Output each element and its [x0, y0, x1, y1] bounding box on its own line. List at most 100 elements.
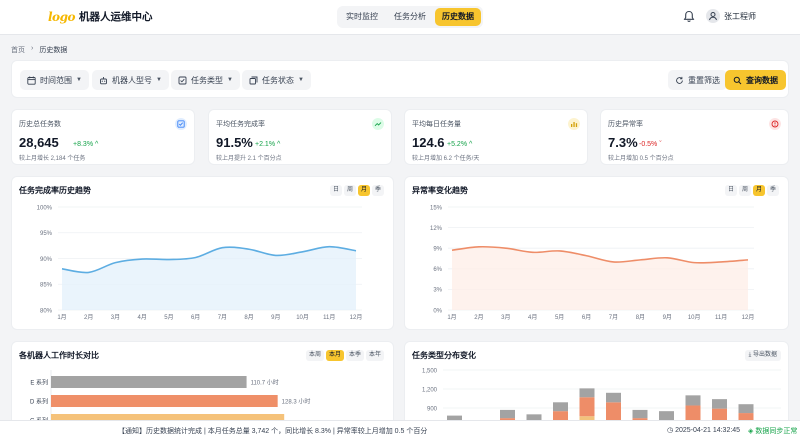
refresh-icon — [676, 76, 683, 84]
task-type-dropdown[interactable]: 任务类型 ▼ — [171, 70, 240, 90]
bar — [51, 376, 247, 388]
reset-filter-button[interactable]: 重置筛选 — [668, 70, 727, 90]
y-tick-label: 100% — [37, 205, 53, 211]
y-tick-label: 900 — [427, 406, 438, 412]
stat-title: 平均任务完成率 — [216, 121, 265, 128]
area-fill — [452, 246, 748, 310]
stat-card-daily-tasks: 平均每日任务量 124.6 +5.2% ^ 较上月增加 6.2 个任务/天 — [404, 109, 588, 165]
stacked-segment — [685, 395, 701, 406]
stat-delta: +8.3% ^ — [73, 141, 99, 148]
arrow-down-icon: ˇ — [659, 141, 662, 148]
calendar-icon — [27, 76, 36, 85]
x-tick-label: 1月 — [447, 314, 456, 321]
stacked-segment — [632, 409, 648, 419]
breadcrumb: 首页 › 历史数据 — [11, 45, 67, 55]
trend-up-icon — [372, 118, 384, 130]
breadcrumb-current: 历史数据 — [39, 47, 68, 54]
stacked-segment — [500, 409, 515, 419]
arrow-up-icon: ^ — [469, 141, 473, 148]
anomaly-trend-panel: 异常率变化趋势 日 周 月 季 0% 3% 6% 9% 12% 15% 1月 2月 3月 4月 5月… — [404, 176, 789, 330]
y-tick-label: 0% — [433, 308, 442, 314]
user-icon — [709, 12, 717, 21]
stat-sub: 较上月增加 6.2 个任务/天 — [412, 156, 480, 162]
y-tick-label: 15% — [430, 205, 443, 211]
stat-sub: 较上月增长 2,184 个任务 — [19, 156, 86, 162]
x-tick-label: 10月 — [296, 314, 309, 321]
user-menu[interactable]: 张工程师 — [706, 9, 756, 23]
arrow-up-icon: ^ — [95, 141, 99, 148]
reset-filter-label: 重置筛选 — [688, 75, 720, 85]
nav-realtime[interactable]: 实时监控 — [339, 8, 385, 26]
x-tick-label: 10月 — [688, 314, 701, 321]
time-range-label: 时间范围 — [40, 75, 72, 85]
bell-icon[interactable] — [681, 9, 697, 25]
notice-text: 【通知】历史数据统计完成 | 本月任务总量 3,742 个，同比增长 8.3% … — [118, 428, 428, 435]
app-logo[interactable]: logo 机器人运维中心 — [48, 9, 152, 24]
alert-icon — [769, 118, 781, 130]
x-tick-label: 4月 — [528, 314, 537, 321]
stat-card-anomaly-rate: 历史异常率 7.3% -0.5% ˇ 较上月增加 0.5 个百分点 — [600, 109, 789, 165]
time-range-dropdown[interactable]: 时间范围 ▼ — [20, 70, 89, 90]
x-tick-label: 12月 — [350, 314, 363, 321]
y-tick-label: 9% — [433, 247, 442, 253]
nav-history[interactable]: 历史数据 — [435, 8, 481, 26]
robot-model-dropdown[interactable]: 机器人型号 ▼ — [92, 70, 169, 90]
area-fill — [62, 246, 356, 310]
x-tick-label: 7月 — [609, 314, 618, 321]
x-tick-label: 3月 — [111, 314, 120, 321]
worktime-panel: 各机器人工作时长对比 本周 本月 本季 本年 E 系列 110.7 小时 D 系列 1… — [11, 341, 394, 431]
y-tick-label: 90% — [40, 257, 53, 263]
stacked-segment — [738, 404, 754, 414]
x-tick-label: 1月 — [57, 314, 66, 321]
chevron-right-icon: › — [31, 45, 34, 52]
nav-task-analysis[interactable]: 任务分析 — [387, 8, 433, 26]
stat-value: 7.3% — [608, 135, 638, 150]
y-tick-label: 12% — [430, 226, 443, 232]
robot-icon — [100, 76, 107, 84]
top-bar: logo 机器人运维中心 实时监控 任务分析 历史数据 张工程师 — [0, 0, 800, 35]
x-tick-label: 2月 — [84, 314, 93, 321]
sync-status: ◈ 数据同步正常 — [748, 428, 798, 435]
logo-mark: logo — [48, 9, 75, 24]
x-tick-label: 11月 — [323, 314, 335, 321]
y-tick-label: 85% — [40, 283, 53, 289]
y-tick-label: 95% — [40, 231, 53, 237]
filter-bar: 时间范围 ▼ 机器人型号 ▼ 任务类型 ▼ 任务状态 ▼ 重置筛选 查询数据 — [11, 60, 789, 98]
value-label: 110.7 小时 — [251, 378, 279, 386]
bar-chart-icon — [568, 118, 580, 130]
completion-trend-panel: 任务完成率历史趋势 日 周 月 季 80% 85% 90% 95% 100% 1月 2月 3月… — [11, 176, 394, 330]
layers-icon — [249, 76, 258, 84]
chevron-down-icon: ▼ — [298, 77, 304, 83]
user-name: 张工程师 — [724, 11, 756, 21]
x-tick-label: 3月 — [501, 314, 510, 321]
category-label: D 系列 — [30, 397, 48, 405]
completion-line-chart: 80% 85% 90% 95% 100% 1月 2月 3月 4月 5月 6月 7月 8月 9月 10月 11月… — [37, 205, 363, 321]
y-tick-label: 6% — [433, 267, 442, 273]
chevron-down-icon: ▼ — [227, 77, 233, 83]
value-label: 128.3 小时 — [282, 397, 311, 405]
y-tick-label: 3% — [433, 288, 442, 294]
stat-card-total-tasks: 历史总任务数 28,645 +8.3% ^ 较上月增长 2,184 个任务 — [11, 109, 195, 165]
stacked-segment — [579, 397, 595, 417]
shield-check-icon: ◈ — [748, 428, 754, 435]
breadcrumb-home[interactable]: 首页 — [11, 45, 25, 55]
x-tick-label: 6月 — [191, 314, 200, 321]
stat-title: 历史异常率 — [608, 121, 643, 128]
task-status-dropdown[interactable]: 任务状态 ▼ — [242, 70, 311, 90]
tasktype-panel: 任务类型分布变化 ⤓ 导出数据 900 1,200 1,500 — [404, 341, 789, 431]
stat-value: 28,645 — [19, 135, 59, 150]
y-tick-label: 1,500 — [422, 368, 438, 374]
stat-value: 124.6 — [412, 135, 445, 150]
category-label: E 系列 — [30, 378, 48, 386]
x-tick-label: 12月 — [742, 314, 755, 321]
x-tick-label: 11月 — [715, 314, 727, 321]
stat-title: 平均每日任务量 — [412, 121, 461, 128]
clock-icon: ◷ — [667, 427, 674, 434]
stacked-segment — [553, 402, 568, 412]
status-bar: 【通知】历史数据统计完成 | 本月任务总量 3,742 个，同比增长 8.3% … — [0, 420, 800, 438]
query-button[interactable]: 查询数据 — [725, 70, 786, 90]
stat-value: 91.5% — [216, 135, 253, 150]
stat-delta: +2.1% ^ — [255, 141, 281, 148]
x-tick-label: 8月 — [636, 314, 645, 321]
stat-delta: -0.5% ˇ — [639, 141, 662, 148]
